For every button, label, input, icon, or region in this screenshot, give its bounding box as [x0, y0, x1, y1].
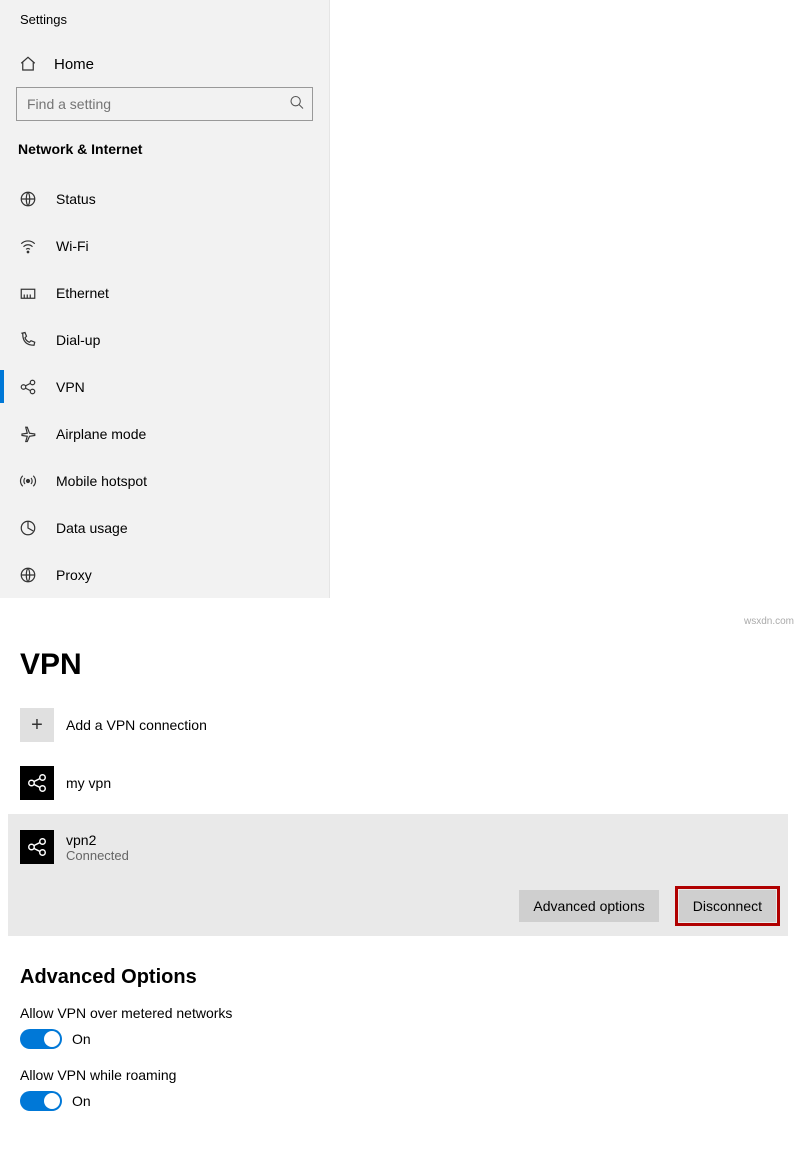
vpn-connection-icon	[20, 830, 54, 864]
vpn-connection-name: my vpn	[66, 775, 111, 791]
sidebar-item-status[interactable]: Status	[0, 175, 329, 222]
datausage-icon	[18, 519, 38, 537]
advanced-options-button[interactable]: Advanced options	[519, 890, 658, 922]
search-input[interactable]	[16, 87, 313, 121]
vpn-connection-status: Connected	[66, 848, 129, 863]
sidebar-item-label: Dial-up	[56, 332, 100, 348]
option-toggle-roaming[interactable]	[20, 1091, 62, 1111]
sidebar-category: Network & Internet	[0, 141, 329, 175]
option-label: Allow VPN while roaming	[20, 1067, 780, 1083]
vpn-connection-name: vpn2	[66, 832, 129, 848]
option-toggle-metered[interactable]	[20, 1029, 62, 1049]
add-vpn-label: Add a VPN connection	[66, 717, 207, 733]
sidebar-item-vpn[interactable]: VPN	[0, 363, 329, 410]
sidebar-home-label: Home	[54, 56, 94, 73]
sidebar-item-proxy[interactable]: Proxy	[0, 551, 329, 598]
sidebar-item-label: Data usage	[56, 520, 128, 536]
airplane-icon	[18, 425, 38, 443]
sidebar-item-label: Wi-Fi	[56, 238, 89, 254]
window-title: Settings	[0, 0, 329, 45]
vpn-connection-selected[interactable]: vpn2 Connected Advanced options Disconne…	[8, 814, 788, 936]
sidebar-item-label: VPN	[56, 379, 85, 395]
option-roaming: Allow VPN while roaming On	[20, 1067, 780, 1111]
proxy-icon	[18, 566, 38, 584]
home-icon	[18, 55, 38, 73]
vpn-icon	[18, 378, 38, 396]
ethernet-icon	[18, 284, 38, 302]
sidebar-item-label: Ethernet	[56, 285, 109, 301]
watermark: wsxdn.com	[744, 616, 794, 627]
search-box	[16, 87, 313, 121]
sidebar-item-datausage[interactable]: Data usage	[0, 504, 329, 551]
sidebar: Settings Home Network & Internet Status …	[0, 0, 330, 598]
vpn-connection[interactable]: my vpn	[20, 760, 780, 814]
search-icon	[289, 95, 305, 114]
sidebar-item-label: Mobile hotspot	[56, 473, 147, 489]
option-state: On	[72, 1031, 91, 1047]
add-vpn-button[interactable]: + Add a VPN connection	[20, 704, 780, 760]
option-metered: Allow VPN over metered networks On	[20, 1005, 780, 1049]
main-content: VPN + Add a VPN connection my vpn	[0, 598, 800, 1149]
status-icon	[18, 190, 38, 208]
page-title: VPN	[20, 648, 780, 682]
sidebar-nav: Status Wi-Fi Ethernet Dial-up VPN	[0, 175, 329, 598]
sidebar-item-label: Airplane mode	[56, 426, 146, 442]
option-label: Allow VPN over metered networks	[20, 1005, 780, 1021]
vpn-list: + Add a VPN connection my vpn vpn2 C	[20, 704, 780, 936]
hotspot-icon	[18, 472, 38, 490]
sidebar-home[interactable]: Home	[0, 45, 329, 87]
wifi-icon	[18, 237, 38, 255]
sidebar-item-label: Proxy	[56, 567, 92, 583]
option-state: On	[72, 1093, 91, 1109]
vpn-connection-icon	[20, 766, 54, 800]
plus-icon: +	[20, 708, 54, 742]
advanced-options-heading: Advanced Options	[20, 966, 780, 989]
sidebar-item-ethernet[interactable]: Ethernet	[0, 269, 329, 316]
sidebar-item-hotspot[interactable]: Mobile hotspot	[0, 457, 329, 504]
sidebar-item-dialup[interactable]: Dial-up	[0, 316, 329, 363]
vpn-action-buttons: Advanced options Disconnect	[20, 890, 776, 922]
disconnect-button[interactable]: Disconnect	[679, 890, 776, 922]
sidebar-item-label: Status	[56, 191, 96, 207]
dialup-icon	[18, 331, 38, 349]
sidebar-item-wifi[interactable]: Wi-Fi	[0, 222, 329, 269]
sidebar-item-airplane[interactable]: Airplane mode	[0, 410, 329, 457]
